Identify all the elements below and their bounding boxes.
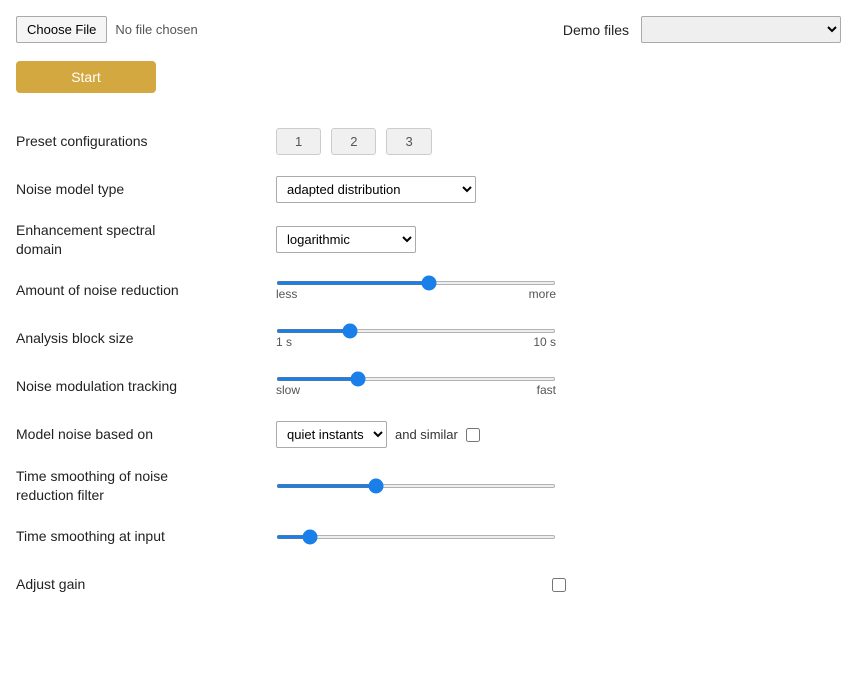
noise-model-control: adapted distribution static noise [276, 176, 841, 203]
noise-modulation-max-label: fast [537, 383, 556, 397]
model-noise-inner: quiet instants all audio and similar [276, 421, 841, 448]
noise-reduction-control: less more [276, 281, 841, 301]
noise-model-row: Noise model type adapted distribution st… [16, 165, 841, 213]
block-size-label: Analysis block size [16, 329, 276, 348]
noise-modulation-slider[interactable] [276, 377, 556, 381]
model-noise-control: quiet instants all audio and similar [276, 421, 841, 448]
preset-btn-1[interactable]: 1 [276, 128, 321, 155]
time-smoothing-input-slider[interactable] [276, 535, 556, 539]
block-size-min-label: 1 s [276, 335, 292, 349]
enhancement-label: Enhancement spectral domain [16, 221, 276, 259]
model-noise-label: Model noise based on [16, 425, 276, 444]
noise-model-select[interactable]: adapted distribution static noise [276, 176, 476, 203]
noise-modulation-row: Noise modulation tracking slow fast [16, 363, 841, 411]
time-smoothing-input-control [276, 535, 841, 539]
enhancement-control: logarithmic linear [276, 226, 841, 253]
block-size-slider-labels: 1 s 10 s [276, 335, 556, 349]
preset-label: Preset configurations [16, 132, 276, 151]
time-smoothing-filter-slider-wrapper [276, 484, 556, 488]
and-similar-checkbox[interactable] [466, 428, 480, 442]
preset-btn-2[interactable]: 2 [331, 128, 376, 155]
block-size-row: Analysis block size 1 s 10 s [16, 315, 841, 363]
demo-files-select[interactable] [641, 16, 841, 43]
noise-modulation-control: slow fast [276, 377, 841, 397]
noise-reduction-max-label: more [529, 287, 556, 301]
adjust-gain-label: Adjust gain [16, 575, 276, 594]
time-smoothing-filter-slider[interactable] [276, 484, 556, 488]
block-size-slider-wrapper: 1 s 10 s [276, 329, 556, 349]
preset-btn-3[interactable]: 3 [386, 128, 431, 155]
noise-reduction-label: Amount of noise reduction [16, 281, 276, 300]
noise-reduction-slider-wrapper: less more [276, 281, 556, 301]
enhancement-row: Enhancement spectral domain logarithmic … [16, 213, 841, 267]
block-size-slider[interactable] [276, 329, 556, 333]
noise-model-label: Noise model type [16, 180, 276, 199]
adjust-gain-checkbox[interactable] [552, 578, 566, 592]
noise-modulation-label: Noise modulation tracking [16, 377, 276, 396]
time-smoothing-input-row: Time smoothing at input [16, 513, 841, 561]
noise-reduction-min-label: less [276, 287, 297, 301]
choose-file-button[interactable]: Choose File [16, 16, 107, 43]
preset-row: Preset configurations 1 2 3 [16, 117, 841, 165]
demo-files-container: Demo files [563, 16, 841, 43]
noise-modulation-min-label: slow [276, 383, 300, 397]
block-size-control: 1 s 10 s [276, 329, 841, 349]
time-smoothing-filter-row: Time smoothing of noise reduction filter [16, 459, 841, 513]
start-button[interactable]: Start [16, 61, 156, 93]
time-smoothing-input-slider-wrapper [276, 535, 556, 539]
no-file-label: No file chosen [115, 22, 197, 37]
top-bar-left: Choose File No file chosen [16, 16, 198, 43]
noise-reduction-row: Amount of noise reduction less more [16, 267, 841, 315]
enhancement-select[interactable]: logarithmic linear [276, 226, 416, 253]
time-smoothing-filter-label: Time smoothing of noise reduction filter [16, 467, 276, 505]
noise-reduction-slider-labels: less more [276, 287, 556, 301]
noise-modulation-slider-labels: slow fast [276, 383, 556, 397]
demo-files-label: Demo files [563, 22, 629, 38]
model-noise-row: Model noise based on quiet instants all … [16, 411, 841, 459]
time-smoothing-input-label: Time smoothing at input [16, 527, 276, 546]
adjust-gain-row: Adjust gain [16, 561, 841, 609]
time-smoothing-filter-control [276, 484, 841, 488]
top-bar: Choose File No file chosen Demo files [16, 16, 841, 43]
adjust-gain-control [276, 578, 841, 592]
noise-modulation-slider-wrapper: slow fast [276, 377, 556, 397]
block-size-max-label: 10 s [533, 335, 556, 349]
model-noise-select[interactable]: quiet instants all audio [276, 421, 387, 448]
preset-control: 1 2 3 [276, 128, 841, 155]
preset-buttons: 1 2 3 [276, 128, 841, 155]
and-similar-label: and similar [395, 427, 458, 442]
noise-reduction-slider[interactable] [276, 281, 556, 285]
settings-container: Preset configurations 1 2 3 Noise model … [16, 117, 841, 609]
